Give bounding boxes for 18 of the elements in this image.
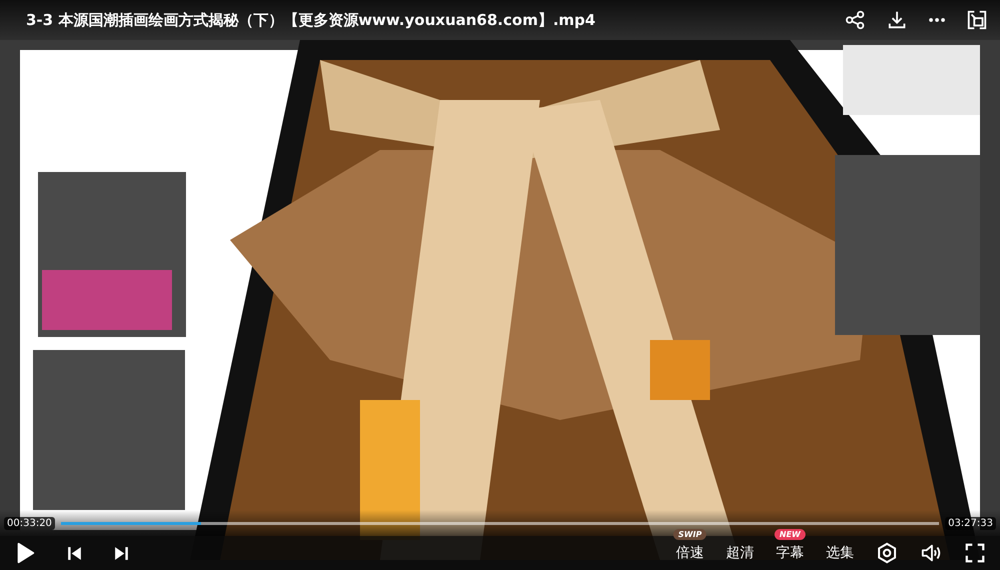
video-title: 3-3 本源国潮插画绘画方式揭秘（下）【更多资源www.youxuan68.com】.mp4	[26, 10, 596, 30]
player-option[interactable]: 倍速	[676, 542, 704, 564]
share-icon[interactable]	[844, 9, 866, 31]
current-time: 00:33:20	[4, 516, 55, 530]
fullscreen-icon[interactable]	[964, 542, 986, 564]
previous-icon[interactable]	[66, 544, 83, 562]
progress-bar[interactable]	[60, 522, 940, 524]
total-time: 03:27:33	[945, 516, 996, 530]
badge: NEW	[774, 529, 806, 540]
player-option[interactable]: 超清	[726, 542, 754, 564]
next-icon[interactable]	[113, 544, 130, 562]
volume-icon[interactable]	[920, 542, 942, 564]
settings-icon[interactable]	[876, 542, 898, 564]
download-icon[interactable]	[886, 9, 908, 31]
picture-in-picture-icon[interactable]	[966, 9, 988, 31]
player-option[interactable]: 字幕	[776, 542, 804, 564]
player-option[interactable]: 选集	[826, 542, 854, 564]
badge: SWIP	[673, 529, 707, 540]
